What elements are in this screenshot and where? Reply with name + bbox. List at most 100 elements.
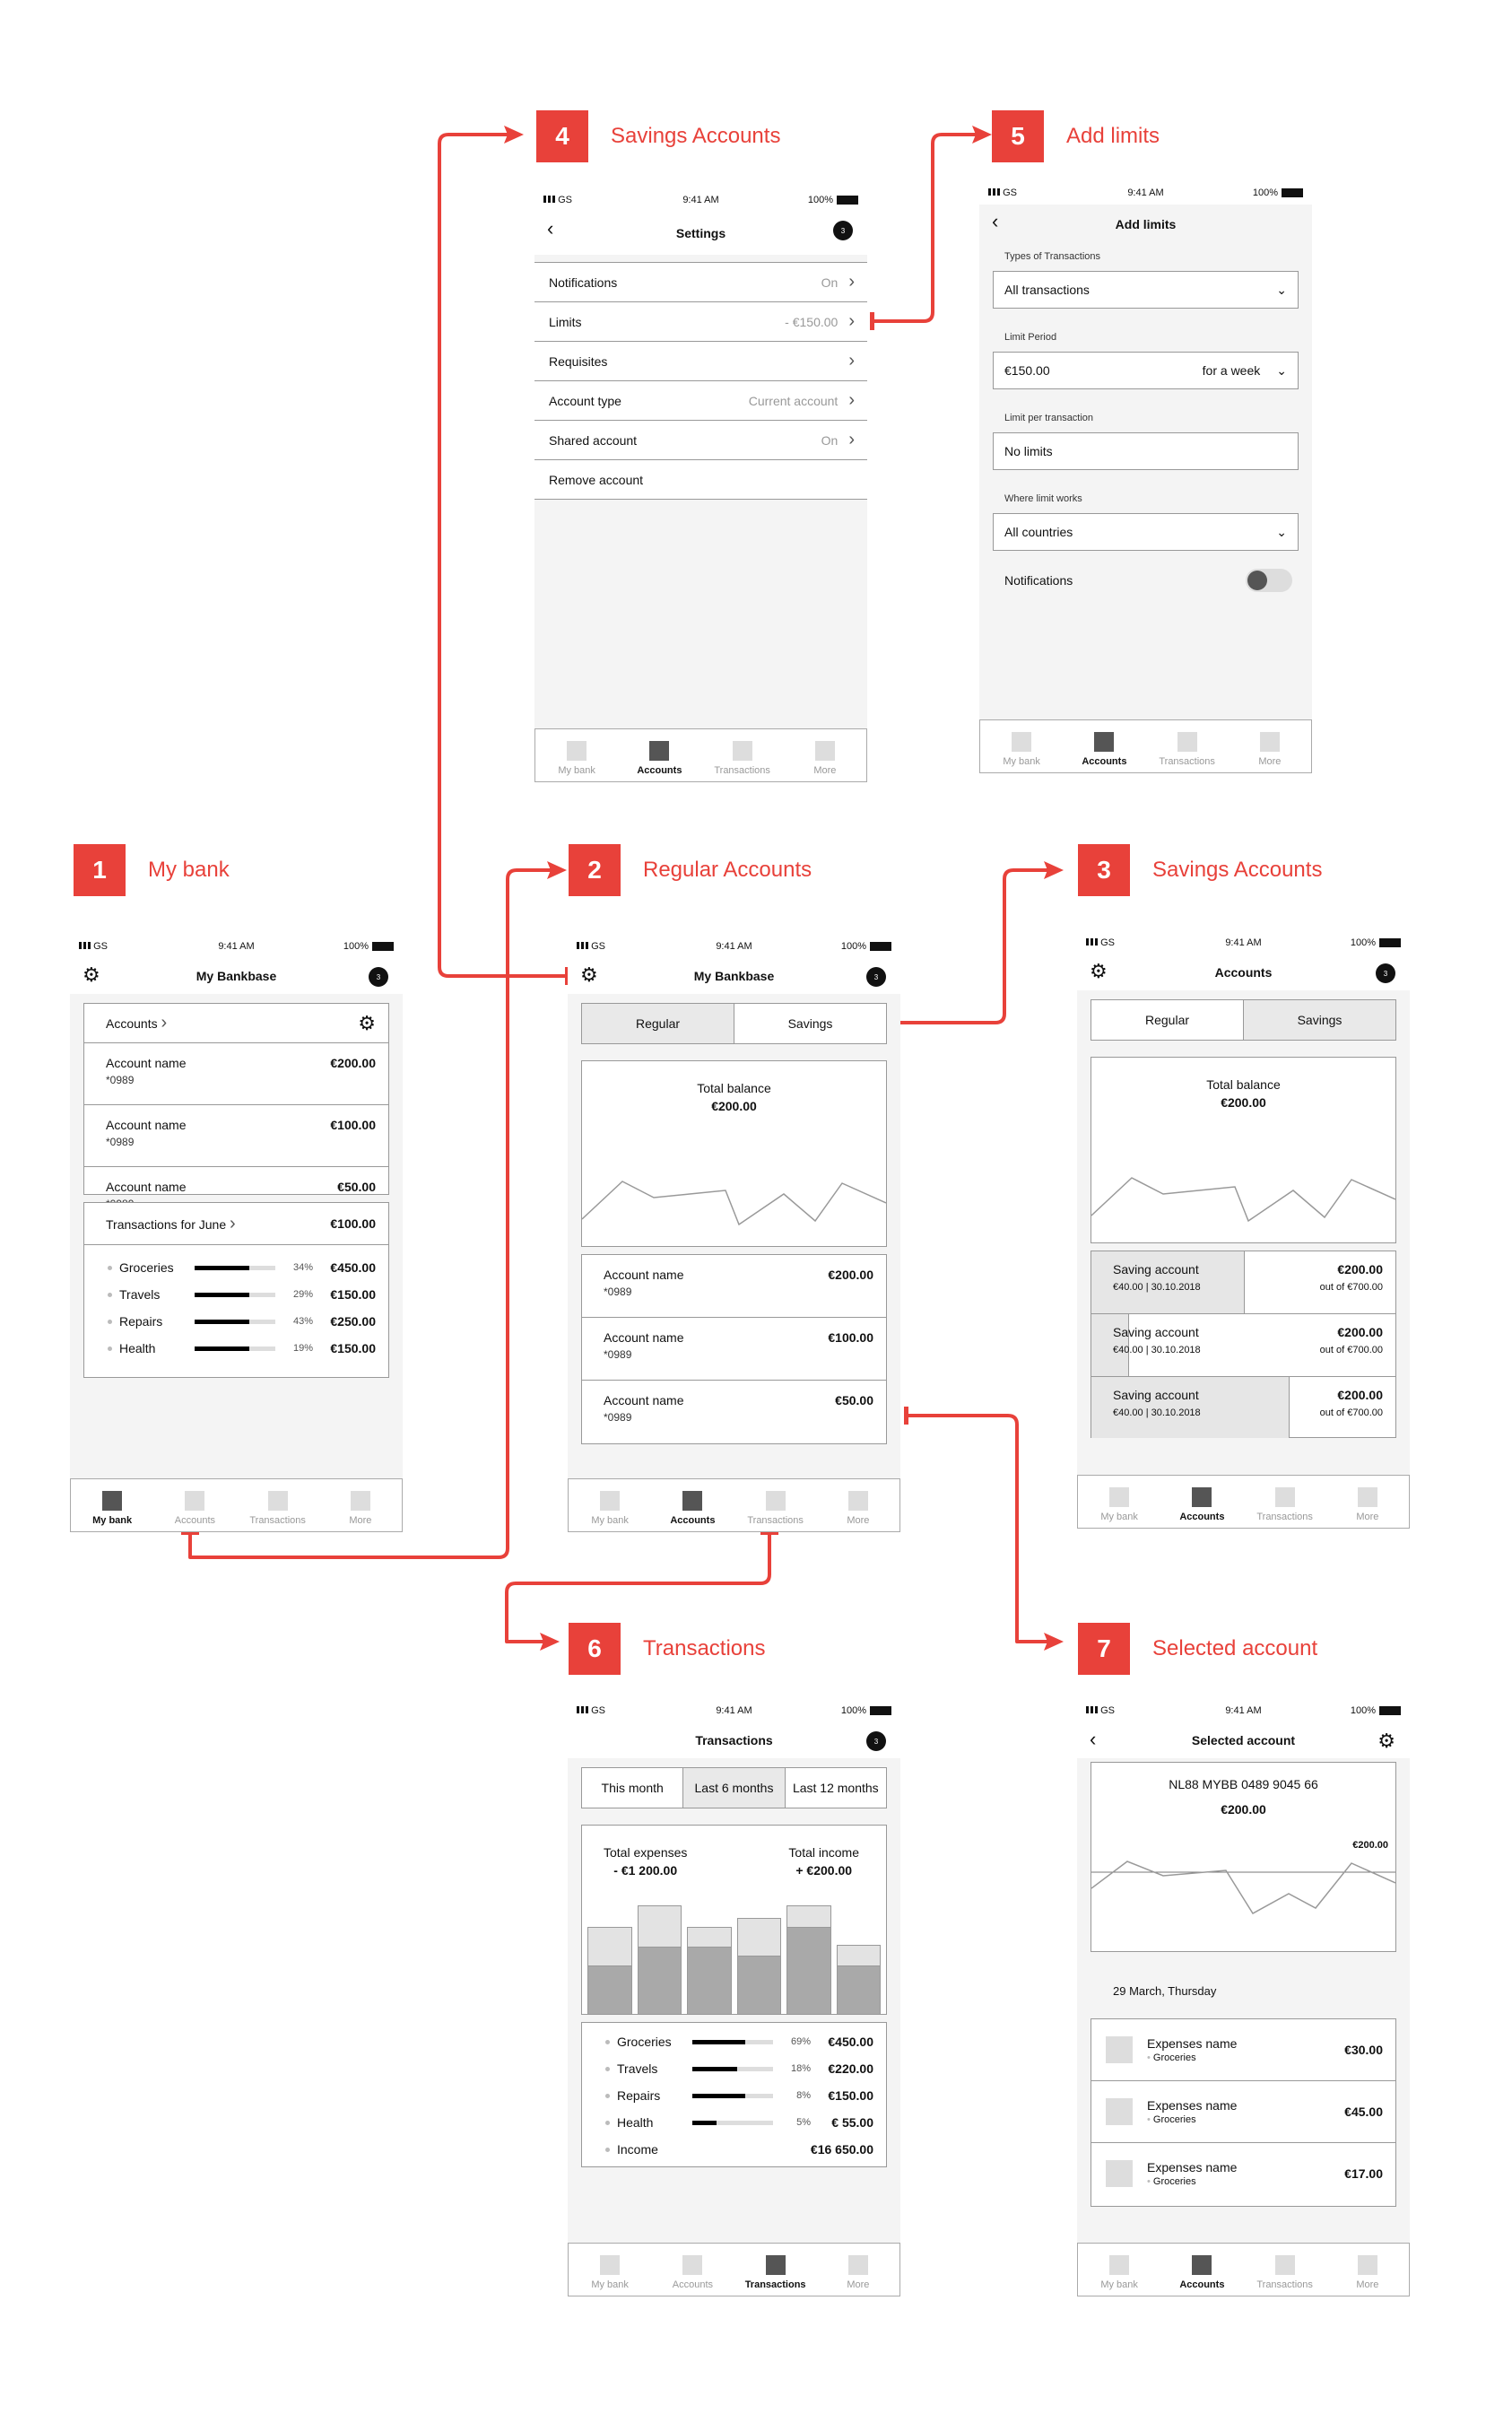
where-select[interactable]: All countries ⌄ bbox=[993, 513, 1299, 551]
tab-transactions[interactable]: Transactions bbox=[1146, 720, 1229, 772]
tab-my-bank[interactable]: My bank bbox=[569, 1479, 651, 1531]
expense-row[interactable]: Expenses name • Groceries €45.00 bbox=[1091, 2080, 1395, 2142]
account-row[interactable]: Account name €50.00 *0989 bbox=[582, 1380, 886, 1442]
tab-transactions[interactable]: Transactions bbox=[1244, 1476, 1326, 1528]
status-bar: GS 9:41 AM 100% bbox=[568, 933, 900, 958]
tab-accounts[interactable]: Accounts bbox=[1160, 1476, 1243, 1528]
battery-icon bbox=[1379, 938, 1401, 947]
settings-row-requisites[interactable]: Requisites › bbox=[534, 342, 867, 381]
tab-label: Accounts bbox=[1082, 756, 1127, 767]
category-bar bbox=[692, 2093, 773, 2098]
step-7-label: 7 Selected account bbox=[1078, 1622, 1317, 1676]
battery: 100% bbox=[1351, 937, 1401, 948]
category-row[interactable]: Travels 29% €150.00 bbox=[84, 1281, 388, 1308]
account-row[interactable]: Account name €200.00 *0989 bbox=[582, 1255, 886, 1317]
types-select[interactable]: All transactions ⌄ bbox=[993, 271, 1299, 309]
saving-account-row[interactable]: Saving account €200.00 €40.00 | 30.10.201… bbox=[1091, 1313, 1395, 1376]
page-title: Selected account bbox=[1191, 1733, 1296, 1747]
tab-accounts[interactable]: Accounts bbox=[618, 729, 700, 781]
home-icon bbox=[600, 2255, 621, 2275]
gear-icon[interactable]: ⚙ bbox=[580, 965, 598, 985]
tab-accounts[interactable]: Accounts bbox=[651, 1479, 734, 1531]
category-row[interactable]: Health 19% €150.00 bbox=[84, 1335, 388, 1362]
tab-more[interactable]: More bbox=[1229, 720, 1311, 772]
more-icon bbox=[847, 1491, 868, 1511]
settings-row-account-type[interactable]: Account type Current account › bbox=[534, 381, 867, 421]
tab-more[interactable]: More bbox=[1326, 2244, 1409, 2296]
transactions-header[interactable]: Transactions for June › €100.00 bbox=[84, 1203, 388, 1245]
tab-transactions[interactable]: Transactions bbox=[734, 1479, 817, 1531]
tab-my-bank[interactable]: My bank bbox=[1078, 1476, 1160, 1528]
tab-my-bank[interactable]: My bank bbox=[71, 1479, 153, 1531]
settings-row-shared-account[interactable]: Shared account On › bbox=[534, 421, 867, 460]
tab-transactions[interactable]: Transactions bbox=[1244, 2244, 1326, 2296]
tab-accounts[interactable]: Accounts bbox=[1063, 720, 1145, 772]
tab-more[interactable]: More bbox=[319, 1479, 402, 1531]
tab-label: More bbox=[1356, 2279, 1379, 2290]
expense-row[interactable]: Expenses name • Groceries €17.00 bbox=[1091, 2142, 1395, 2204]
where-value: All countries bbox=[1004, 525, 1073, 539]
category-row[interactable]: Groceries 34% €450.00 bbox=[84, 1254, 388, 1281]
tab-my-bank[interactable]: My bank bbox=[980, 720, 1063, 772]
category-row[interactable]: Health 5% € 55.00 bbox=[582, 2109, 886, 2136]
period-amount: €150.00 bbox=[1004, 363, 1050, 378]
gear-icon[interactable]: ⚙ bbox=[1377, 1731, 1395, 1751]
notification-badge[interactable]: 3 bbox=[833, 221, 853, 240]
category-row[interactable]: Groceries 69% €450.00 bbox=[582, 2028, 886, 2055]
saving-account-row[interactable]: Saving account €200.00 €40.00 | 30.10.201… bbox=[1091, 1251, 1395, 1313]
account-row[interactable]: Account name €100.00 *0989 bbox=[582, 1317, 886, 1380]
segment-regular[interactable]: Regular bbox=[1091, 1000, 1244, 1040]
settings-row-notifications[interactable]: Notifications On › bbox=[534, 263, 867, 302]
category-row[interactable]: Repairs 8% €150.00 bbox=[582, 2082, 886, 2109]
tab-my-bank[interactable]: My bank bbox=[535, 729, 618, 781]
step-title: Savings Accounts bbox=[611, 124, 781, 148]
expense-row[interactable]: Expenses name • Groceries €30.00 bbox=[1091, 2019, 1395, 2080]
category-row[interactable]: Income €16 650.00 bbox=[582, 2136, 886, 2163]
step-4-label: 4 Savings Accounts bbox=[536, 109, 780, 163]
settings-row-remove-account[interactable]: Remove account bbox=[534, 460, 867, 500]
nav-bar: ‹ Selected account ⚙ bbox=[1077, 1722, 1410, 1758]
account-row[interactable]: Account name €200.00 *0989 bbox=[84, 1042, 388, 1104]
segment-savings[interactable]: Savings bbox=[1244, 1000, 1395, 1040]
accounts-icon bbox=[649, 741, 670, 761]
gear-icon[interactable]: ⚙ bbox=[83, 965, 100, 985]
accounts-header[interactable]: Accounts › ⚙ bbox=[84, 1004, 388, 1042]
gear-icon[interactable]: ⚙ bbox=[358, 1013, 376, 1033]
account-row[interactable]: Account name €100.00 *0989 bbox=[84, 1104, 388, 1166]
tab-more[interactable]: More bbox=[784, 729, 866, 781]
settings-value: Current account bbox=[748, 393, 839, 408]
tab-transactions[interactable]: Transactions bbox=[734, 2244, 817, 2296]
segment-last-6-months[interactable]: Last 6 months bbox=[683, 1768, 786, 1808]
tab-accounts[interactable]: Accounts bbox=[651, 2244, 734, 2296]
saving-account-row[interactable]: Saving account €200.00 €40.00 | 30.10.201… bbox=[1091, 1376, 1395, 1438]
tab-more[interactable]: More bbox=[817, 2244, 899, 2296]
notification-badge[interactable]: 3 bbox=[866, 967, 886, 987]
back-icon[interactable]: ‹ bbox=[992, 212, 998, 231]
segment-savings[interactable]: Savings bbox=[734, 1004, 886, 1043]
segment-regular[interactable]: Regular bbox=[582, 1004, 734, 1043]
tab-transactions[interactable]: Transactions bbox=[701, 729, 784, 781]
notification-badge[interactable]: 3 bbox=[369, 967, 388, 987]
category-row[interactable]: Travels 18% €220.00 bbox=[582, 2055, 886, 2082]
tab-accounts[interactable]: Accounts bbox=[1160, 2244, 1243, 2296]
tab-more[interactable]: More bbox=[817, 1479, 899, 1531]
back-icon[interactable]: ‹ bbox=[547, 219, 553, 239]
segment-last-12-months[interactable]: Last 12 months bbox=[786, 1768, 886, 1808]
tab-my-bank[interactable]: My bank bbox=[569, 2244, 651, 2296]
expense-bar-segment bbox=[688, 1946, 731, 2014]
tab-transactions[interactable]: Transactions bbox=[237, 1479, 319, 1531]
back-icon[interactable]: ‹ bbox=[1090, 1730, 1096, 1749]
account-name: Account name bbox=[106, 1056, 187, 1070]
notification-badge[interactable]: 3 bbox=[1376, 963, 1395, 983]
tab-accounts[interactable]: Accounts bbox=[153, 1479, 236, 1531]
segment-this-month[interactable]: This month bbox=[582, 1768, 684, 1808]
settings-row-limits[interactable]: Limits - €150.00 › bbox=[534, 302, 867, 342]
notifications-toggle[interactable] bbox=[1246, 569, 1292, 592]
per-transaction-input[interactable]: No limits bbox=[993, 432, 1299, 470]
tab-more[interactable]: More bbox=[1326, 1476, 1409, 1528]
notification-badge[interactable]: 3 bbox=[866, 1731, 886, 1751]
period-select[interactable]: €150.00 for a week ⌄ bbox=[993, 352, 1299, 389]
tab-my-bank[interactable]: My bank bbox=[1078, 2244, 1160, 2296]
gear-icon[interactable]: ⚙ bbox=[1090, 962, 1108, 981]
category-row[interactable]: Repairs 43% €250.00 bbox=[84, 1308, 388, 1335]
